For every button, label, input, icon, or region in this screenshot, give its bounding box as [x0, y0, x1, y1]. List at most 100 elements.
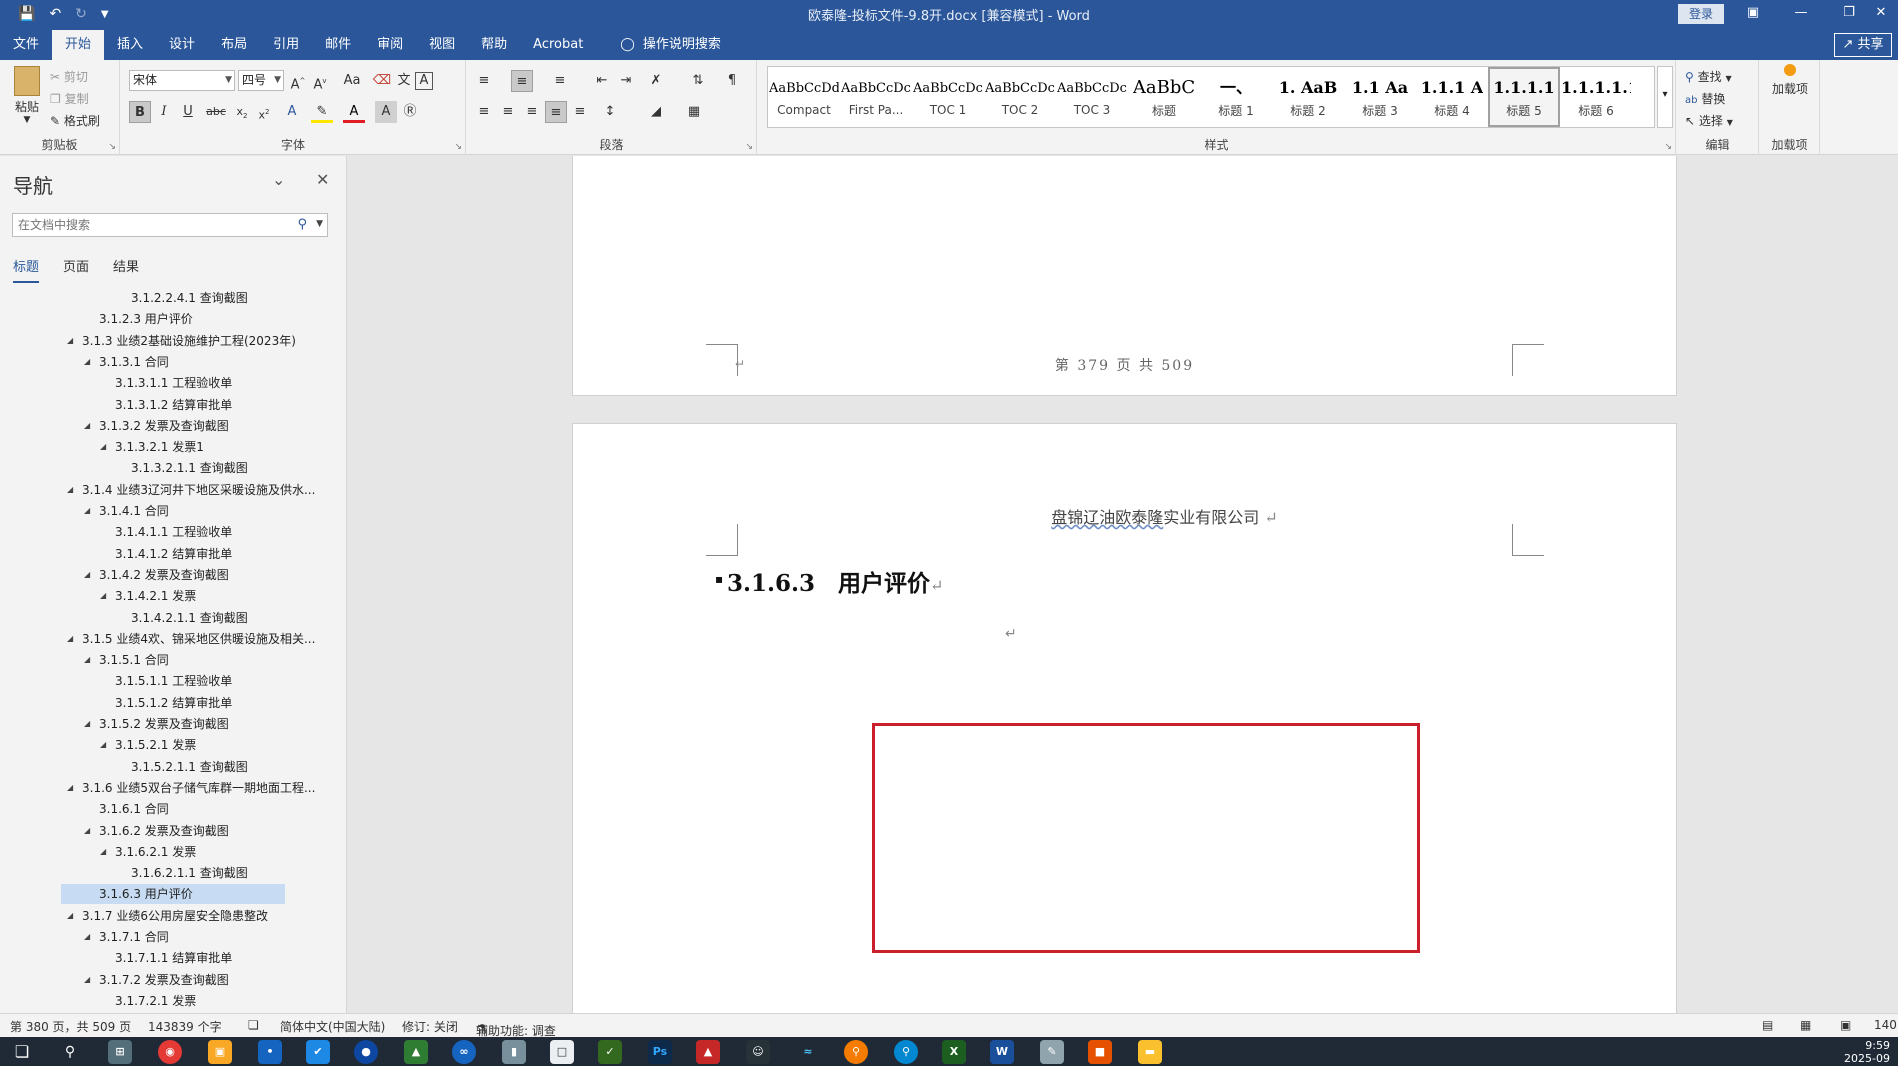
select-button[interactable]: ↖ 选择 ▼	[1685, 112, 1733, 129]
qq-icon[interactable]: ☺	[746, 1040, 770, 1064]
nav-tab-pages[interactable]: 页面	[63, 256, 89, 283]
app-icon[interactable]: ■	[1088, 1040, 1112, 1064]
redo-icon[interactable]: ↻	[75, 6, 87, 22]
tab-review[interactable]: 审阅	[364, 30, 416, 60]
nav-heading-item[interactable]: ◢ 3.1.4.1 合同	[84, 501, 169, 521]
character-border-icon[interactable]: A	[415, 72, 433, 90]
search-icon[interactable]: ⚲	[297, 217, 307, 232]
bold-button[interactable]: B	[129, 101, 151, 123]
minimize-icon[interactable]: —	[1778, 0, 1824, 28]
tab-file[interactable]: 文件	[0, 30, 52, 60]
bullets-icon[interactable]: ≡	[473, 70, 495, 92]
app-icon[interactable]: ▲	[404, 1040, 428, 1064]
change-case-button[interactable]: Aa	[337, 70, 367, 92]
nav-heading-item[interactable]: ◢ 3.1.6.2 发票及查询截图	[84, 821, 229, 841]
nav-tab-headings[interactable]: 标题	[13, 256, 40, 283]
word-count[interactable]: 143839 个字	[148, 1018, 222, 1035]
enclose-characters-icon[interactable]: Ⓡ	[399, 101, 421, 123]
tab-references[interactable]: 引用	[260, 30, 312, 60]
nav-heading-item[interactable]: 3.1.2.2.4.1 查询截图	[131, 288, 248, 308]
line-spacing-icon[interactable]: ↕	[599, 101, 621, 123]
expand-triangle-icon[interactable]: ◢	[67, 906, 73, 926]
dialog-launcher-icon[interactable]: ↘	[454, 142, 462, 152]
nav-heading-item[interactable]: 3.1.4.2.1.1 查询截图	[131, 608, 248, 628]
style-item[interactable]: 1. AaB 标题 2	[1272, 67, 1344, 127]
text-effects-icon[interactable]: A	[281, 101, 303, 123]
expand-triangle-icon[interactable]: ◢	[67, 331, 73, 351]
nav-heading-item[interactable]: ◢ 3.1.5.1 合同	[84, 650, 169, 670]
customize-icon[interactable]: ▼	[101, 9, 109, 20]
nav-heading-item[interactable]: ◢ 3.1.3.2 发票及查询截图	[84, 416, 229, 436]
expand-triangle-icon[interactable]: ◢	[100, 586, 106, 606]
dialog-launcher-icon[interactable]: ↘	[1664, 142, 1672, 152]
expand-triangle-icon[interactable]: ◢	[67, 480, 73, 500]
align-center-icon[interactable]: ≡	[497, 101, 519, 123]
acrobat-icon[interactable]: ▲	[696, 1040, 720, 1064]
close-icon[interactable]: ✕	[316, 170, 329, 189]
chinese-layout-icon[interactable]: ✗	[645, 70, 667, 92]
nav-heading-item[interactable]: 3.1.4.1.2 结算审批单	[115, 544, 232, 564]
superscript-button[interactable]: x2	[253, 101, 275, 123]
read-mode-icon[interactable]: ▤	[1762, 1018, 1773, 1032]
numbering-icon[interactable]: ≡	[511, 70, 533, 92]
nav-heading-item[interactable]: ◢ 3.1.7 业绩6公用房屋安全隐患整改	[67, 906, 268, 926]
file-icon[interactable]: □	[550, 1040, 574, 1064]
shading-icon[interactable]: ◢	[645, 101, 667, 123]
app-icon[interactable]: ●	[354, 1040, 378, 1064]
expand-triangle-icon[interactable]: ◢	[67, 778, 73, 798]
tab-help[interactable]: 帮助	[468, 30, 520, 60]
highlight-icon[interactable]: ✎	[311, 101, 333, 123]
tab-insert[interactable]: 插入	[104, 30, 156, 60]
expand-triangle-icon[interactable]: ◢	[84, 714, 90, 734]
borders-icon[interactable]: ▦	[683, 101, 705, 123]
web-layout-icon[interactable]: ▣	[1840, 1018, 1851, 1032]
expand-triangle-icon[interactable]: ◢	[84, 565, 90, 585]
expand-triangle-icon[interactable]: ◢	[100, 735, 106, 755]
undo-icon[interactable]: ↶	[49, 6, 61, 22]
dialog-launcher-icon[interactable]: ↘	[745, 142, 753, 152]
app-icon[interactable]: ∞	[452, 1040, 476, 1064]
expand-triangle-icon[interactable]: ◢	[100, 842, 106, 862]
photos-icon[interactable]: ▣	[208, 1040, 232, 1064]
nav-heading-item[interactable]: 3.1.2.3 用户评价	[99, 309, 193, 329]
share-button[interactable]: ↗ 共享	[1834, 33, 1892, 57]
tab-view[interactable]: 视图	[416, 30, 468, 60]
nav-heading-item[interactable]: ◢ 3.1.3.1 合同	[84, 352, 169, 372]
font-size-select[interactable]: 四号 ▼	[238, 70, 284, 91]
chrome-icon[interactable]: ◉	[158, 1040, 182, 1064]
style-item[interactable]: AaBbC 标题	[1128, 67, 1200, 127]
style-item[interactable]: 1.1.1.1.1 标题 6	[1560, 67, 1632, 127]
tell-me-search[interactable]: ◯ 操作说明搜索	[596, 30, 721, 60]
format-painter-button[interactable]: ✎ 格式刷	[50, 112, 100, 129]
style-item[interactable]: AaBbCcDс TOC 1	[912, 67, 984, 127]
expand-triangle-icon[interactable]: ◢	[84, 970, 90, 990]
nav-heading-item[interactable]: 3.1.5.1.2 结算审批单	[115, 693, 232, 713]
track-changes-status[interactable]: 修订: 关闭	[402, 1018, 458, 1035]
gallery-more-icon[interactable]: ▾	[1657, 66, 1673, 128]
tab-acrobat[interactable]: Acrobat	[520, 30, 596, 60]
nav-heading-item[interactable]: 3.1.3.2.1.1 查询截图	[131, 458, 248, 478]
image-placeholder[interactable]	[872, 723, 1420, 953]
nav-heading-item[interactable]: ◢ 3.1.6 业绩5双台子储气库群一期地面工程...	[67, 778, 315, 798]
nav-heading-item[interactable]: ◢ 3.1.3.2.1 发票1	[100, 437, 204, 457]
login-button[interactable]: 登录	[1678, 4, 1724, 24]
expand-triangle-icon[interactable]: ◢	[84, 416, 90, 436]
nav-heading-item[interactable]: 3.1.3.1.1 工程验收单	[115, 373, 232, 393]
file-explorer-icon[interactable]: ▬	[1138, 1040, 1162, 1064]
style-item[interactable]: 一、 标题 1	[1200, 67, 1272, 127]
app-icon[interactable]: ⚲	[894, 1040, 918, 1064]
proofing-icon[interactable]: ❏	[248, 1018, 259, 1032]
nav-search-input[interactable]	[13, 214, 293, 236]
strikethrough-button[interactable]: abc	[205, 101, 227, 123]
paste-button[interactable]: 粘贴 ▼	[12, 66, 42, 125]
style-item[interactable]: 1.1.1 A 标题 4	[1416, 67, 1488, 127]
justify-icon[interactable]: ≡	[545, 101, 567, 123]
shrink-font-icon[interactable]: Av	[309, 70, 331, 92]
app-icon[interactable]: ▮	[502, 1040, 526, 1064]
nav-heading-item[interactable]: 3.1.6.2.1.1 查询截图	[131, 863, 248, 883]
expand-triangle-icon[interactable]: ◢	[84, 501, 90, 521]
grow-font-icon[interactable]: A^	[287, 70, 309, 92]
windows-start-icon[interactable]: ❏	[10, 1040, 34, 1064]
chevron-down-icon[interactable]: ⌄	[272, 170, 285, 189]
style-item[interactable]: AaBbCcDс TOC 3	[1056, 67, 1128, 127]
